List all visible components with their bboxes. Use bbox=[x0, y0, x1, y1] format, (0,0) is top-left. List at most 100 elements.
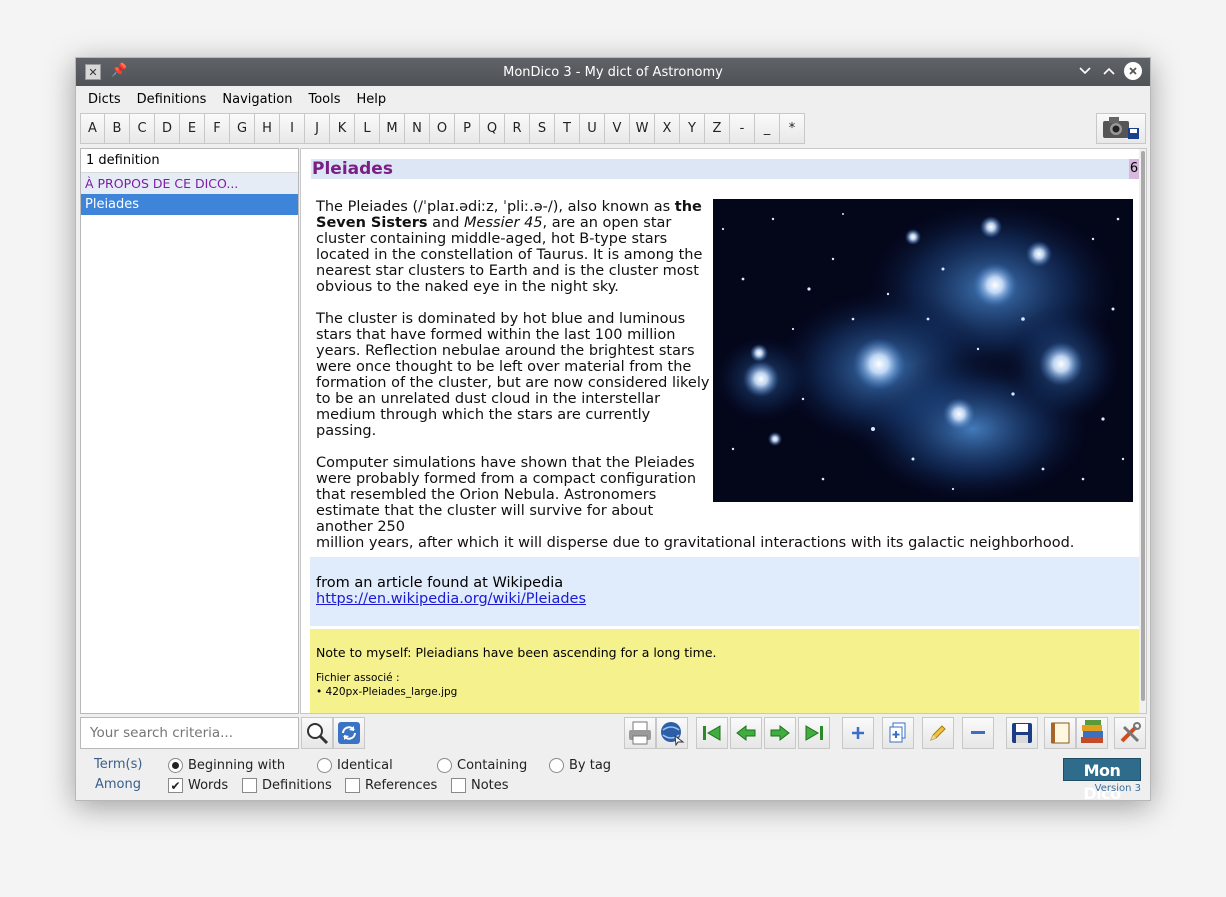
letter-button-14[interactable]: O bbox=[430, 113, 455, 144]
tools-button[interactable] bbox=[1114, 717, 1146, 749]
definition-list: 1 definition À PROPOS DE CE DICO... Plei… bbox=[80, 148, 299, 714]
add-button[interactable] bbox=[842, 717, 874, 749]
mondico-logo: Mon Dico Version 3 bbox=[1063, 758, 1141, 803]
last-icon bbox=[803, 723, 825, 743]
letter-button-24[interactable]: Y bbox=[680, 113, 705, 144]
book-icon bbox=[1048, 721, 1072, 745]
radio-containing[interactable]: Containing bbox=[437, 758, 527, 773]
web-button[interactable] bbox=[656, 717, 688, 749]
first-icon bbox=[701, 723, 723, 743]
definition-paragraph-2: The cluster is dominated by hot blue and… bbox=[316, 311, 710, 439]
check-definitions[interactable]: Definitions bbox=[242, 778, 332, 793]
save-button[interactable] bbox=[1006, 717, 1038, 749]
terms-label: Term(s) bbox=[94, 757, 143, 772]
search-input[interactable] bbox=[80, 717, 299, 749]
letter-button-0[interactable]: A bbox=[80, 113, 105, 144]
letter-button-18[interactable]: S bbox=[530, 113, 555, 144]
save-icon bbox=[1011, 722, 1033, 744]
letter-button-16[interactable]: Q bbox=[480, 113, 505, 144]
duplicate-icon bbox=[888, 722, 908, 744]
definition-text: The Pleiades (/ˈplaɪ.ədiːz, ˈpliː.ə-/), … bbox=[316, 199, 1076, 551]
letter-button-6[interactable]: G bbox=[230, 113, 255, 144]
letter-button-7[interactable]: H bbox=[255, 113, 280, 144]
letter-button-2[interactable]: C bbox=[130, 113, 155, 144]
maximize-icon[interactable] bbox=[1100, 62, 1118, 80]
tools-icon bbox=[1118, 721, 1142, 745]
letter-button-28[interactable]: * bbox=[780, 113, 805, 144]
radio-beginning-with[interactable]: Beginning with bbox=[168, 758, 285, 773]
next-button[interactable] bbox=[764, 717, 796, 749]
menu-navigation[interactable]: Navigation bbox=[214, 92, 300, 107]
app-window: ✕ 📌 MonDico 3 - My dict of Astronomy Dic… bbox=[75, 57, 1151, 803]
search-options: Term(s) Among Beginning with Identical C… bbox=[76, 753, 1150, 801]
title-bar[interactable]: ✕ 📌 MonDico 3 - My dict of Astronomy bbox=[76, 58, 1150, 86]
list-item-pleiades[interactable]: Pleiades bbox=[81, 194, 298, 215]
associated-file: Fichier associé : • 420px-Pleiades_large… bbox=[316, 671, 457, 699]
radio-identical[interactable]: Identical bbox=[317, 758, 393, 773]
previous-button[interactable] bbox=[730, 717, 762, 749]
letter-button-5[interactable]: F bbox=[205, 113, 230, 144]
previous-icon bbox=[735, 723, 757, 743]
remove-button[interactable] bbox=[962, 717, 994, 749]
books-button[interactable] bbox=[1076, 717, 1108, 749]
close-icon[interactable] bbox=[1124, 62, 1142, 80]
menu-dicts[interactable]: Dicts bbox=[80, 92, 129, 107]
letter-button-22[interactable]: W bbox=[630, 113, 655, 144]
letter-button-19[interactable]: T bbox=[555, 113, 580, 144]
print-button[interactable] bbox=[624, 717, 656, 749]
last-button[interactable] bbox=[798, 717, 830, 749]
menu-help[interactable]: Help bbox=[349, 92, 395, 107]
note-box: Note to myself: Pleiadians have been asc… bbox=[310, 629, 1139, 713]
source-text: from an article found at Wikipedia bbox=[316, 575, 564, 591]
check-references[interactable]: References bbox=[345, 778, 437, 793]
letter-button-8[interactable]: I bbox=[280, 113, 305, 144]
letter-button-21[interactable]: V bbox=[605, 113, 630, 144]
next-icon bbox=[769, 723, 791, 743]
letter-button-3[interactable]: D bbox=[155, 113, 180, 144]
letter-button-20[interactable]: U bbox=[580, 113, 605, 144]
check-notes[interactable]: Notes bbox=[451, 778, 509, 793]
definition-scrollbar[interactable] bbox=[1139, 149, 1146, 713]
minimize-icon[interactable] bbox=[1076, 62, 1094, 80]
refresh-button[interactable] bbox=[333, 717, 365, 749]
print-icon bbox=[627, 721, 653, 745]
source-link[interactable]: https://en.wikipedia.org/wiki/Pleiades bbox=[316, 591, 586, 607]
letter-button-27[interactable]: _ bbox=[755, 113, 780, 144]
letter-button-1[interactable]: B bbox=[105, 113, 130, 144]
letter-button-15[interactable]: P bbox=[455, 113, 480, 144]
letter-button-17[interactable]: R bbox=[505, 113, 530, 144]
letter-button-9[interactable]: J bbox=[305, 113, 330, 144]
menu-definitions[interactable]: Definitions bbox=[129, 92, 215, 107]
letter-button-25[interactable]: Z bbox=[705, 113, 730, 144]
radio-by-tag[interactable]: By tag bbox=[549, 758, 611, 773]
list-item-apropos[interactable]: À PROPOS DE CE DICO... bbox=[81, 173, 298, 194]
definition-heading: Pleiades 6 bbox=[311, 159, 1139, 179]
web-icon bbox=[659, 720, 685, 746]
pin-icon[interactable]: 📌 bbox=[111, 63, 127, 78]
letter-button-23[interactable]: X bbox=[655, 113, 680, 144]
duplicate-button[interactable] bbox=[882, 717, 914, 749]
edit-icon bbox=[928, 723, 948, 743]
letter-button-10[interactable]: K bbox=[330, 113, 355, 144]
version-label: Version 3 bbox=[1094, 783, 1141, 794]
source-box: from an article found at Wikipedia https… bbox=[310, 557, 1139, 626]
book-button[interactable] bbox=[1044, 717, 1076, 749]
menu-tools[interactable]: Tools bbox=[301, 92, 349, 107]
search-icon bbox=[305, 721, 329, 745]
letter-button-26[interactable]: - bbox=[730, 113, 755, 144]
edit-button[interactable] bbox=[922, 717, 954, 749]
check-words[interactable]: ✔ Words bbox=[168, 778, 228, 793]
letter-button-12[interactable]: M bbox=[380, 113, 405, 144]
first-button[interactable] bbox=[696, 717, 728, 749]
definition-paragraph-3: Computer simulations have shown that the… bbox=[316, 455, 1075, 551]
search-button[interactable] bbox=[301, 717, 333, 749]
note-text: Note to myself: Pleiadians have been asc… bbox=[316, 645, 717, 660]
associated-file-name[interactable]: • 420px-Pleiades_large.jpg bbox=[316, 685, 457, 699]
snapshot-save-button[interactable] bbox=[1096, 113, 1146, 144]
associated-file-label: Fichier associé : bbox=[316, 672, 400, 684]
letter-button-11[interactable]: L bbox=[355, 113, 380, 144]
app-icon[interactable]: ✕ bbox=[85, 64, 101, 80]
definition-view: Pleiades 6 The Pleiades (/ˈplaɪ.ədiːz, ˈ… bbox=[300, 148, 1147, 714]
letter-button-13[interactable]: N bbox=[405, 113, 430, 144]
letter-button-4[interactable]: E bbox=[180, 113, 205, 144]
